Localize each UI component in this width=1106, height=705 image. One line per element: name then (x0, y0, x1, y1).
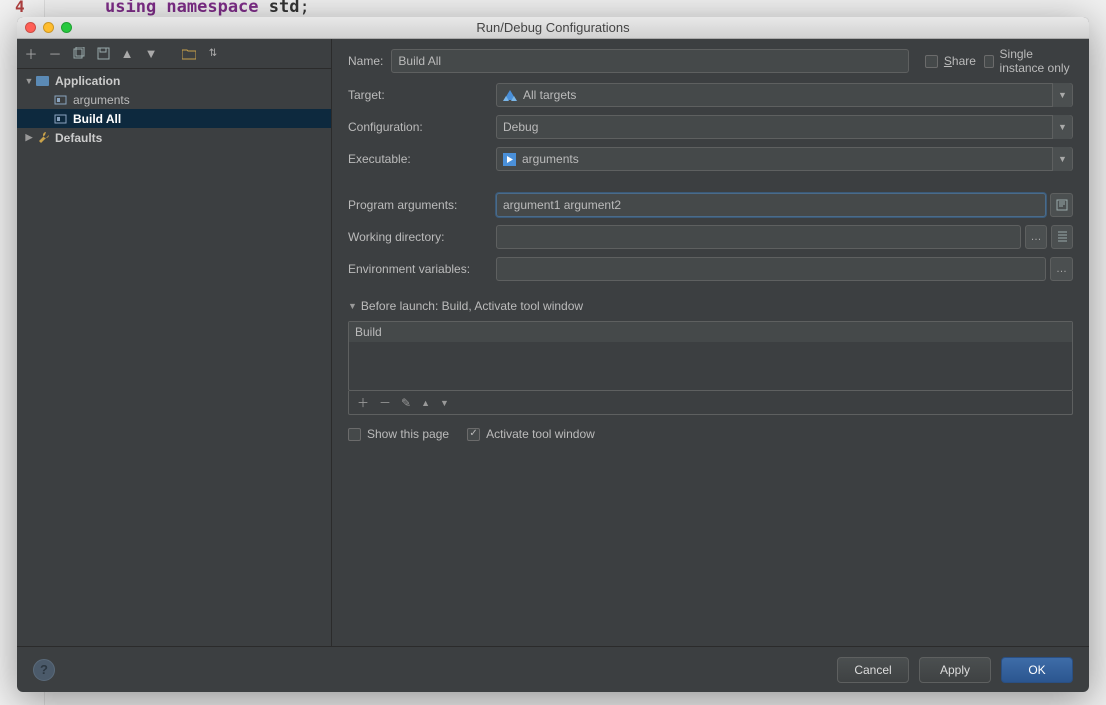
tree-row-application[interactable]: ▼ Application (17, 71, 331, 90)
bl-edit-button[interactable]: ✎ (401, 396, 411, 410)
save-config-button[interactable] (95, 46, 111, 62)
workdir-label: Working directory: (348, 230, 488, 244)
name-input[interactable] (391, 49, 909, 73)
env-label: Environment variables: (348, 262, 488, 276)
code-semicolon: ; (300, 0, 310, 17)
prog-args-label: Program arguments: (348, 198, 488, 212)
before-launch-list[interactable]: Build (348, 321, 1073, 391)
tree-label: Defaults (55, 131, 102, 145)
dialog-button-bar: ? Cancel Apply OK (17, 646, 1089, 692)
browse-workdir-button[interactable]: … (1025, 225, 1047, 249)
sort-button[interactable]: ⇅ (205, 46, 221, 62)
program-arguments-input[interactable] (496, 193, 1046, 217)
line-number: 4 (15, 0, 25, 16)
activate-tool-window-checkbox[interactable]: Activate tool window (467, 427, 595, 441)
share-checkbox[interactable]: SSharehare (925, 54, 976, 68)
config-form: Name: SSharehare Single instance only Ta… (332, 39, 1089, 646)
configuration-label: Configuration: (348, 120, 488, 134)
executable-icon (503, 153, 516, 166)
tree-label: Build All (73, 112, 121, 126)
config-toolbar: ＋ － ▲ ▼ ⇅ (17, 39, 331, 69)
chevron-down-icon: ▼ (1052, 147, 1072, 171)
environment-variables-input[interactable] (496, 257, 1046, 281)
targets-icon (503, 89, 517, 101)
single-instance-label: Single instance only (1000, 47, 1073, 75)
tree-label: Application (55, 74, 120, 88)
show-this-page-label: Show this page (367, 427, 449, 441)
target-icon (53, 93, 69, 107)
expand-args-button[interactable] (1050, 193, 1073, 217)
single-instance-checkbox[interactable]: Single instance only (984, 47, 1073, 75)
tree-label: arguments (73, 93, 130, 107)
dialog-title: Run/Debug Configurations (17, 20, 1089, 35)
code-keyword: using namespace (105, 0, 259, 17)
bl-remove-button[interactable]: － (379, 394, 391, 411)
bl-down-button[interactable]: ▼ (440, 398, 449, 408)
ok-button[interactable]: OK (1001, 657, 1073, 683)
name-label: Name: (348, 54, 383, 68)
executable-value: arguments (522, 152, 579, 166)
code-namespace: std (269, 0, 300, 17)
move-up-button[interactable]: ▲ (119, 46, 135, 62)
configuration-value: Debug (503, 120, 538, 134)
cpp-icon (35, 74, 51, 88)
before-launch-item[interactable]: Build (349, 322, 1072, 342)
bl-add-button[interactable]: ＋ (357, 394, 369, 411)
move-down-button[interactable]: ▼ (143, 46, 159, 62)
edit-env-button[interactable]: … (1050, 257, 1073, 281)
tree-row-arguments[interactable]: arguments (17, 90, 331, 109)
target-value: All targets (523, 88, 576, 102)
config-sidebar: ＋ － ▲ ▼ ⇅ ▼ Application arguments Build All… (17, 39, 332, 646)
tree-row-build-all[interactable]: Build All (17, 109, 331, 128)
disclosure-open-icon: ▼ (23, 76, 35, 86)
activate-tool-window-label: Activate tool window (486, 427, 595, 441)
cancel-button[interactable]: Cancel (837, 657, 909, 683)
help-button[interactable]: ? (33, 659, 55, 681)
titlebar: Run/Debug Configurations (17, 17, 1089, 39)
copy-config-button[interactable] (71, 46, 87, 62)
code-line: using namespace std; (105, 0, 310, 17)
config-tree[interactable]: ▼ Application arguments Build All ▶ Defaults (17, 69, 331, 646)
disclosure-closed-icon: ▶ (23, 132, 35, 143)
before-launch-toolbar: ＋ － ✎ ▲ ▼ (348, 391, 1073, 415)
working-directory-input[interactable] (496, 225, 1021, 249)
folder-button[interactable] (181, 46, 197, 62)
executable-combo[interactable]: arguments ▼ (496, 147, 1073, 171)
before-launch-header[interactable]: ▼ Before launch: Build, Activate tool wi… (348, 289, 1073, 313)
target-label: Target: (348, 88, 488, 102)
bl-up-button[interactable]: ▲ (421, 398, 430, 408)
chevron-down-icon: ▼ (1052, 83, 1072, 107)
show-this-page-checkbox[interactable]: Show this page (348, 427, 449, 441)
add-config-button[interactable]: ＋ (23, 46, 39, 62)
apply-button[interactable]: Apply (919, 657, 991, 683)
run-debug-dialog: Run/Debug Configurations ＋ － ▲ ▼ ⇅ (17, 17, 1089, 692)
macros-workdir-button[interactable] (1051, 225, 1073, 249)
remove-config-button[interactable]: － (47, 46, 63, 62)
tree-row-defaults[interactable]: ▶ Defaults (17, 128, 331, 147)
target-icon (53, 112, 69, 126)
before-launch-title: Before launch: Build, Activate tool wind… (361, 299, 583, 313)
configuration-combo[interactable]: Debug ▼ (496, 115, 1073, 139)
chevron-down-icon: ▼ (1052, 115, 1072, 139)
target-combo[interactable]: All targets ▼ (496, 83, 1073, 107)
executable-label: Executable: (348, 152, 488, 166)
wrench-icon (35, 131, 51, 145)
